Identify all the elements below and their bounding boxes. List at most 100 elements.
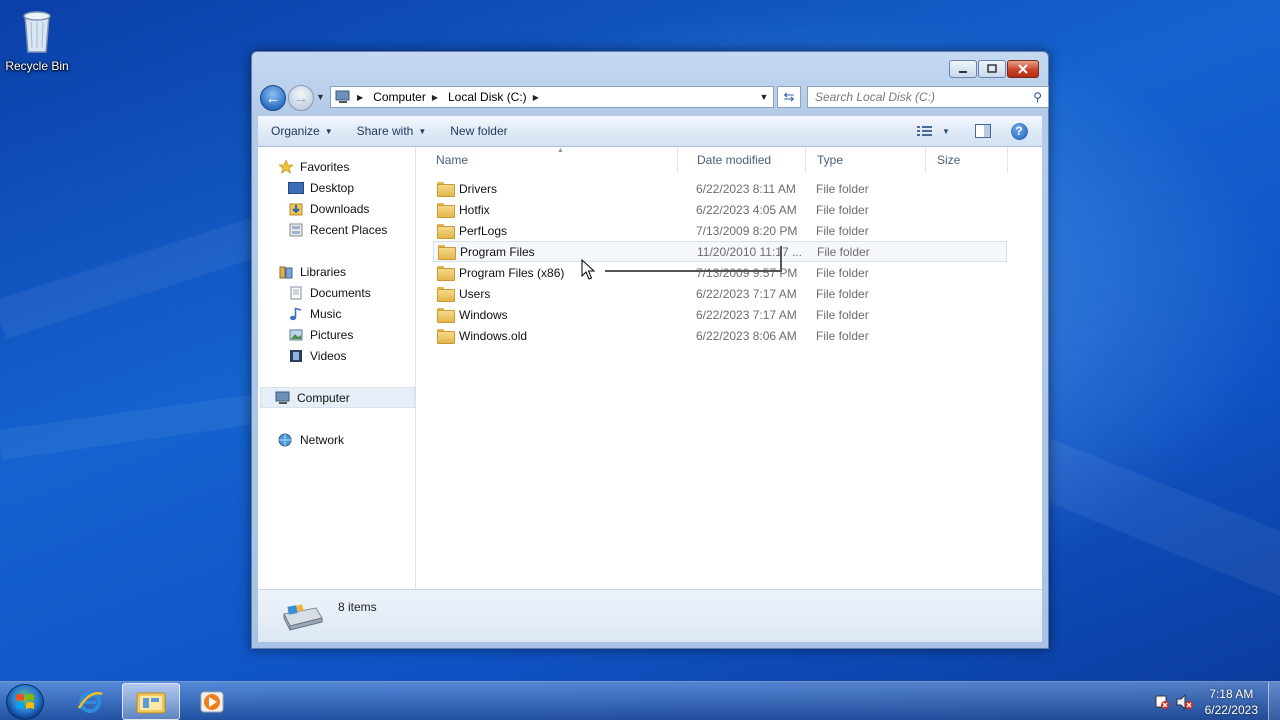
breadcrumb-local-disk[interactable]: Local Disk (C:)	[444, 87, 531, 107]
desktop-icon-recycle-bin[interactable]: Recycle Bin	[4, 6, 70, 73]
search-icon[interactable]: ⚲	[1033, 90, 1042, 104]
table-row[interactable]: Windows 6/22/2023 7:17 AM File folder	[433, 304, 1007, 325]
table-row[interactable]: Hotfix 6/22/2023 4:05 AM File folder	[433, 199, 1007, 220]
sidebar-item-label: Favorites	[300, 159, 350, 174]
share-with-button[interactable]: Share with ▼	[345, 124, 439, 138]
view-options-dropdown[interactable]: ▼	[938, 120, 954, 142]
column-header-label: Type	[817, 153, 844, 167]
music-note-icon	[288, 306, 304, 321]
change-view-button[interactable]	[912, 120, 938, 142]
sidebar-item-label: Network	[300, 432, 345, 447]
sidebar-item-computer[interactable]: Computer	[260, 387, 415, 408]
sidebar-item-downloads[interactable]: Downloads	[288, 198, 369, 219]
share-with-label: Share with	[356, 124, 414, 138]
sidebar-item-label: Desktop	[310, 180, 355, 195]
action-center-icon[interactable]	[1151, 694, 1173, 710]
sidebar-item-network[interactable]: Network	[278, 429, 344, 450]
file-date: 6/22/2023 4:05 AM	[696, 202, 797, 217]
file-date: 6/22/2023 8:11 AM	[696, 181, 796, 196]
network-globe-icon	[278, 433, 294, 447]
volume-muted-icon[interactable]	[1173, 693, 1197, 710]
taskbar-internet-explorer[interactable]	[61, 683, 119, 720]
sidebar-item-favorites[interactable]: Favorites	[278, 156, 349, 177]
file-name: Hotfix	[459, 202, 490, 217]
recent-pages-dropdown[interactable]: ▼	[316, 92, 325, 102]
command-bar: Organize ▼ Share with ▼ New folder ▼ ?	[258, 116, 1042, 147]
forward-arrow-icon: →	[293, 89, 309, 107]
sidebar-item-recent-places[interactable]: Recent Places	[288, 219, 387, 240]
organize-button[interactable]: Organize ▼	[258, 124, 345, 138]
folder-icon	[437, 308, 455, 323]
folder-icon	[437, 287, 455, 302]
internet-explorer-icon	[77, 690, 103, 713]
sidebar-item-label: Libraries	[300, 264, 347, 279]
table-row[interactable]: Drivers 6/22/2023 8:11 AM File folder	[433, 178, 1007, 199]
column-header-label: Date modified	[697, 153, 772, 167]
details-pane: 8 items	[258, 589, 1042, 642]
libraries-icon	[278, 265, 294, 279]
taskbar-clock[interactable]: 7:18 AM 6/22/2023	[1205, 686, 1258, 718]
file-date: 11/20/2010 11:17 ...	[697, 244, 802, 259]
sidebar-item-videos[interactable]: Videos	[288, 345, 346, 366]
file-name: Program Files	[460, 244, 535, 259]
column-header-size[interactable]: Size	[926, 147, 1008, 173]
taskbar: 7:18 AM 6/22/2023	[0, 681, 1280, 720]
search-input[interactable]	[815, 90, 1021, 104]
recycle-bin-icon	[23, 11, 51, 53]
forward-button[interactable]: →	[288, 85, 314, 111]
show-desktop-button[interactable]	[1268, 682, 1280, 720]
minimize-button[interactable]	[949, 60, 977, 78]
computer-icon	[275, 391, 291, 405]
close-button[interactable]	[1007, 60, 1039, 78]
sidebar-item-libraries[interactable]: Libraries	[278, 261, 346, 282]
desktop-icon	[288, 181, 304, 195]
help-button[interactable]: ?	[1006, 120, 1032, 142]
file-name: PerfLogs	[459, 223, 508, 238]
windows-explorer-icon	[136, 692, 166, 713]
file-date: 7/13/2009 8:20 PM	[696, 223, 798, 238]
table-row[interactable]: PerfLogs 7/13/2009 8:20 PM File folder	[433, 220, 1007, 241]
address-dropdown-icon[interactable]: ▼	[755, 92, 773, 102]
file-type: File folder	[816, 202, 869, 217]
sidebar-item-documents[interactable]: Documents	[288, 282, 371, 303]
table-row[interactable]: Program Files (x86) 7/13/2009 9:57 PM Fi…	[433, 262, 1007, 283]
file-type: File folder	[816, 286, 869, 301]
table-row[interactable]: Users 6/22/2023 7:17 AM File folder	[433, 283, 1007, 304]
breadcrumb-separator-icon[interactable]: ▶	[355, 93, 369, 102]
sidebar-item-label: Music	[310, 306, 342, 321]
start-button[interactable]	[6, 684, 44, 720]
recent-places-icon	[288, 223, 304, 237]
breadcrumb-separator-icon[interactable]: ▶	[430, 93, 444, 102]
preview-pane-icon	[975, 124, 991, 138]
table-row[interactable]: Program Files 11/20/2010 11:17 ... File …	[433, 241, 1007, 262]
search-box[interactable]: ⚲	[807, 86, 1049, 108]
sidebar-item-music[interactable]: Music	[288, 303, 341, 324]
sidebar-item-pictures[interactable]: Pictures	[288, 324, 353, 345]
back-button[interactable]: ←	[260, 85, 286, 111]
column-header-label: Name	[436, 153, 469, 167]
taskbar-media-player[interactable]	[183, 683, 241, 720]
sidebar-item-desktop[interactable]: Desktop	[288, 177, 354, 198]
file-date: 6/22/2023 8:06 AM	[696, 328, 797, 343]
refresh-button[interactable]: ⇆	[777, 86, 801, 108]
column-header-type[interactable]: Type	[806, 147, 926, 173]
documents-icon	[288, 286, 304, 300]
local-disk-drive-icon	[283, 604, 323, 631]
file-date: 7/13/2009 9:57 PM	[696, 265, 798, 280]
sidebar-item-label: Pictures	[310, 327, 354, 342]
breadcrumb-separator-icon[interactable]: ▶	[531, 93, 545, 102]
taskbar-windows-explorer[interactable]	[122, 683, 180, 720]
clock-date: 6/22/2023	[1204, 702, 1258, 717]
close-icon	[1018, 64, 1028, 74]
maximize-button[interactable]	[978, 60, 1006, 78]
breadcrumb-computer[interactable]: Computer	[369, 87, 430, 107]
table-row[interactable]: Windows.old 6/22/2023 8:06 AM File folde…	[433, 325, 1007, 346]
refresh-icon: ⇆	[783, 89, 795, 104]
preview-pane-button[interactable]	[970, 120, 996, 142]
new-folder-button[interactable]: New folder	[438, 124, 519, 138]
navigation-pane: Favorites Desktop Downloads Recent Place…	[258, 147, 416, 589]
address-bar[interactable]: ▶ Computer ▶ Local Disk (C:) ▶ ▼	[330, 86, 774, 108]
file-type: File folder	[816, 223, 869, 238]
column-header-name[interactable]: Name	[425, 147, 678, 173]
column-header-date-modified[interactable]: Date modified	[686, 147, 806, 173]
